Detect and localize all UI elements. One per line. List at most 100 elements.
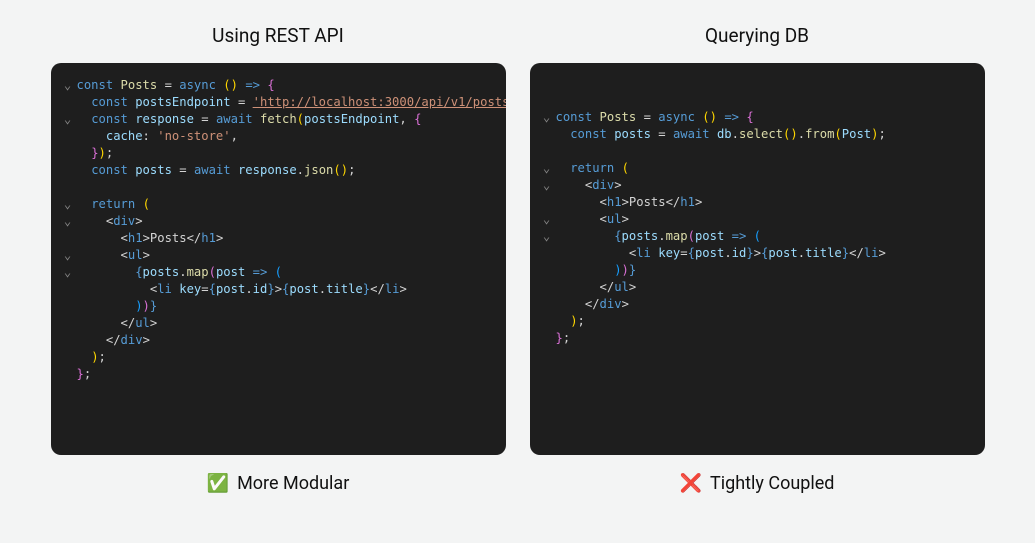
code-line: ⌄ return (: [538, 160, 977, 177]
code-content: </div>: [77, 332, 498, 349]
code-content: const posts = await response.json();: [77, 162, 498, 179]
fold-gutter: [538, 330, 556, 347]
code-line: });: [59, 145, 498, 162]
code-content: </ul>: [77, 315, 498, 332]
fold-gutter: [59, 332, 77, 349]
left-code-editor[interactable]: ⌄const Posts = async () => { const posts…: [51, 63, 506, 455]
code-line: ⌄ {posts.map(post => (: [538, 228, 977, 245]
code-line: <li key={post.id}>{post.title}</li>: [59, 281, 498, 298]
right-caption: ❌ Tightly Coupled: [680, 473, 835, 494]
code-content: {posts.map(post => (: [77, 264, 498, 281]
fold-gutter[interactable]: ⌄: [59, 247, 77, 264]
comparison-wrap: Using REST API ⌄const Posts = async () =…: [0, 0, 1035, 494]
code-content: </div>: [556, 296, 977, 313]
check-icon: ✅: [207, 475, 229, 493]
right-title: Querying DB: [705, 24, 809, 47]
fold-gutter: [59, 230, 77, 247]
code-line: const posts = await db.select().from(Pos…: [538, 126, 977, 143]
code-line: ))}: [538, 262, 977, 279]
code-line: [59, 179, 498, 196]
left-column: Using REST API ⌄const Posts = async () =…: [51, 24, 506, 494]
code-content: const Posts = async () => {: [77, 77, 498, 94]
code-content: };: [77, 366, 498, 383]
fold-gutter[interactable]: ⌄: [59, 77, 77, 94]
code-content: <li key={post.id}>{post.title}</li>: [77, 281, 498, 298]
code-line: cache: 'no-store',: [59, 128, 498, 145]
code-line: ⌄ <ul>: [59, 247, 498, 264]
left-title: Using REST API: [212, 24, 344, 47]
code-line: </div>: [59, 332, 498, 349]
fold-gutter[interactable]: ⌄: [538, 160, 556, 177]
fold-gutter[interactable]: ⌄: [59, 213, 77, 230]
code-line: </ul>: [59, 315, 498, 332]
code-content: const postsEndpoint = 'http://localhost:…: [77, 94, 506, 111]
code-content: return (: [556, 160, 977, 177]
fold-gutter[interactable]: ⌄: [538, 228, 556, 245]
code-line: ⌄const Posts = async () => {: [59, 77, 498, 94]
fold-gutter: [538, 296, 556, 313]
left-caption: ✅ More Modular: [207, 473, 350, 494]
code-content: [77, 179, 498, 196]
fold-gutter: [59, 281, 77, 298]
code-content: );: [77, 349, 498, 366]
fold-gutter[interactable]: ⌄: [538, 211, 556, 228]
code-line: <li key={post.id}>{post.title}</li>: [538, 245, 977, 262]
fold-gutter: [59, 315, 77, 332]
fold-gutter: [538, 194, 556, 211]
fold-gutter[interactable]: ⌄: [59, 196, 77, 213]
code-content: <div>: [77, 213, 498, 230]
right-code-editor[interactable]: ⌄const Posts = async () => { const posts…: [530, 63, 985, 455]
code-line: );: [538, 313, 977, 330]
fold-gutter[interactable]: ⌄: [538, 109, 556, 126]
code-content: <div>: [556, 177, 977, 194]
code-content: <ul>: [77, 247, 498, 264]
code-line: ))}: [59, 298, 498, 315]
code-line: ⌄ <ul>: [538, 211, 977, 228]
code-line: [538, 143, 977, 160]
code-line: </div>: [538, 296, 977, 313]
code-content: ))}: [77, 298, 498, 315]
code-line: ⌄ const response = await fetch(postsEndp…: [59, 111, 498, 128]
fold-gutter: [59, 366, 77, 383]
code-content: return (: [77, 196, 498, 213]
fold-gutter: [538, 245, 556, 262]
code-content: cache: 'no-store',: [77, 128, 498, 145]
fold-gutter: [538, 262, 556, 279]
code-content: ))}: [556, 262, 977, 279]
code-content: <h1>Posts</h1>: [77, 230, 498, 247]
code-content: });: [77, 145, 498, 162]
fold-gutter: [59, 162, 77, 179]
code-content: );: [556, 313, 977, 330]
code-line: ⌄const Posts = async () => {: [538, 109, 977, 126]
code-line: ⌄ return (: [59, 196, 498, 213]
fold-gutter[interactable]: ⌄: [59, 111, 77, 128]
fold-gutter[interactable]: ⌄: [59, 264, 77, 281]
code-line: <h1>Posts</h1>: [59, 230, 498, 247]
code-content: };: [556, 330, 977, 347]
right-column: Querying DB ⌄const Posts = async () => {…: [530, 24, 985, 494]
fold-gutter: [538, 279, 556, 296]
right-caption-text: Tightly Coupled: [710, 473, 834, 494]
fold-gutter: [538, 143, 556, 160]
fold-gutter[interactable]: ⌄: [538, 177, 556, 194]
fold-gutter: [59, 145, 77, 162]
code-content: </ul>: [556, 279, 977, 296]
code-line: );: [59, 349, 498, 366]
code-line: };: [59, 366, 498, 383]
code-line: const posts = await response.json();: [59, 162, 498, 179]
code-content: const Posts = async () => {: [556, 109, 977, 126]
code-content: <h1>Posts</h1>: [556, 194, 977, 211]
code-content: [556, 143, 977, 160]
code-content: {posts.map(post => (: [556, 228, 977, 245]
fold-gutter: [59, 298, 77, 315]
code-line: ⌄ <div>: [538, 177, 977, 194]
code-line: <h1>Posts</h1>: [538, 194, 977, 211]
code-content: const posts = await db.select().from(Pos…: [556, 126, 977, 143]
fold-gutter: [59, 128, 77, 145]
fold-gutter: [59, 349, 77, 366]
code-line: ⌄ {posts.map(post => (: [59, 264, 498, 281]
code-line: </ul>: [538, 279, 977, 296]
code-content: <li key={post.id}>{post.title}</li>: [556, 245, 977, 262]
code-content: <ul>: [556, 211, 977, 228]
code-line: };: [538, 330, 977, 347]
